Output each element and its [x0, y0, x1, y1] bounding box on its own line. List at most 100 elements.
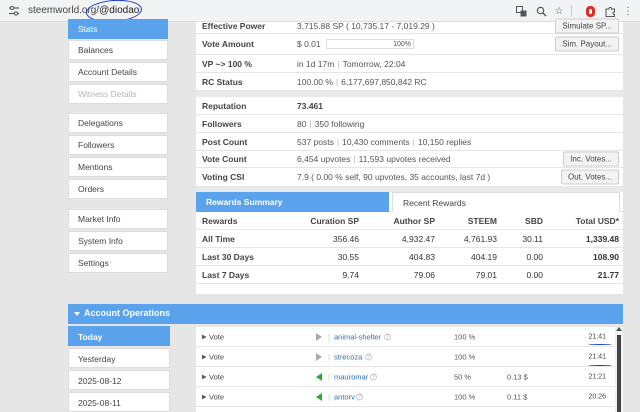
- list-item[interactable]: ▶ Vote | antorv ? 100 % 0.11 $ 20:26: [196, 387, 615, 407]
- divider: |: [328, 332, 330, 341]
- outgoing-vote-icon: [316, 352, 322, 361]
- effective-power-label: Effective Power: [202, 20, 266, 31]
- operations-list: ▶ Vote | animal-shelter ? 100 % 21:41 ▶ …: [196, 327, 615, 412]
- op-time: 21:21: [588, 373, 606, 380]
- upvotes-count: 6,454 upvotes: [297, 154, 351, 164]
- expand-arrow-icon[interactable]: ▶: [202, 333, 207, 340]
- list-item[interactable]: ▶ Vote | mauromar ? 50 % 0.13 $ 21:21: [196, 367, 615, 387]
- table-row: Last 7 Days 9.74 79.06 79.01 0.00 21.77: [196, 266, 623, 284]
- header-curation-sp: Curation SP: [310, 215, 359, 226]
- scroll-thumb[interactable]: [617, 335, 621, 412]
- account-operations-header[interactable]: Account Operations: [68, 304, 623, 324]
- op-time: 21:41: [588, 353, 606, 360]
- help-icon[interactable]: ?: [370, 373, 377, 380]
- sidebar-item-mentions[interactable]: Mentions: [68, 157, 168, 177]
- sidebar-item-followers[interactable]: Followers: [68, 135, 168, 155]
- cell-sbd: 0.00: [526, 251, 543, 262]
- rewards-table-header: Rewards Curation SP Author SP STEEM SBD …: [196, 212, 623, 230]
- followers-value: 80 | 350 following: [297, 118, 365, 129]
- help-icon[interactable]: ?: [365, 353, 372, 360]
- menu-icon[interactable]: ⋮: [622, 5, 634, 17]
- followers-label: Followers: [202, 118, 242, 129]
- op-account-link[interactable]: animal-shelter: [334, 332, 381, 341]
- tune-icon[interactable]: [8, 5, 20, 17]
- sidebar-item-market-info[interactable]: Market Info: [68, 209, 168, 229]
- sidebar-item-balances[interactable]: Balances: [68, 40, 168, 60]
- zoom-icon[interactable]: [535, 5, 547, 17]
- rewards-tabs: Rewards Summary Recent Rewards: [196, 192, 623, 212]
- row-label: Last 7 Days: [202, 269, 250, 280]
- toolbar-divider: [571, 5, 572, 17]
- voting-csi-row: Voting CSI 7.9 ( 0.00 % self, 90 upvotes…: [196, 168, 623, 187]
- help-icon[interactable]: ?: [356, 393, 363, 400]
- voting-csi-value: 7.9 ( 0.00 % self, 90 upvotes, 35 accoun…: [297, 172, 491, 182]
- header-steem: STEEM: [467, 215, 497, 226]
- tab-recent-rewards[interactable]: Recent Rewards: [392, 192, 620, 212]
- cell-author-sp: 4,932.47: [401, 233, 435, 244]
- simulate-sp-button[interactable]: Simulate SP...: [555, 18, 619, 33]
- divider: |: [328, 392, 330, 401]
- vote-count-row: Vote Count 6,454 upvotes | 11,593 upvotes …: [196, 151, 623, 168]
- puzzle-icon[interactable]: [604, 5, 616, 17]
- cell-total-usd: 108.90: [593, 251, 619, 262]
- expand-arrow-icon[interactable]: ▶: [202, 353, 207, 360]
- day-item-2025-08-12[interactable]: 2025-08-12: [68, 370, 170, 390]
- replies-count: 10,150 replies: [417, 136, 472, 147]
- day-item-today[interactable]: Today: [68, 326, 170, 346]
- post-count-label: Post Count: [202, 136, 248, 147]
- post-count-value: 537 posts | 10,430 comments | 10,150 replies: [297, 136, 472, 147]
- help-icon[interactable]: ?: [384, 333, 391, 340]
- sidebar-item-account-details[interactable]: Account Details: [68, 62, 168, 82]
- extension-icon[interactable]: [586, 6, 595, 17]
- operations-scrollbar[interactable]: [615, 327, 623, 412]
- op-account-link[interactable]: antorv: [334, 392, 355, 401]
- hand-drawn-underline-annotation: [588, 365, 612, 367]
- sim-payout-button[interactable]: Sim. Payout...: [555, 36, 619, 52]
- sidebar-item-stats[interactable]: Stats: [68, 19, 168, 39]
- effective-power-row: Effective Power 3,715.88 SP ( 10,735.17 …: [196, 18, 623, 34]
- vote-count-label: Vote Count: [202, 154, 247, 164]
- incoming-vote-icon: [316, 372, 322, 381]
- op-account-link[interactable]: mauromar: [334, 372, 368, 381]
- inc-votes-button[interactable]: Inc. Votes...: [563, 151, 619, 167]
- vp-time: in 1d 17m: [297, 58, 335, 69]
- reputation-row: Reputation 73.461: [196, 97, 623, 115]
- op-type: Vote: [209, 372, 225, 381]
- sidebar: Stats Balances Account Details Witness D…: [68, 19, 171, 298]
- vp-row: VP ~> 100 % in 1d 17m | Tomorrow, 22:04: [196, 55, 623, 73]
- translate-icon[interactable]: [515, 5, 527, 17]
- cell-author-sp: 404.83: [409, 251, 435, 262]
- tab-rewards-summary[interactable]: Rewards Summary: [196, 192, 389, 212]
- star-icon[interactable]: ☆: [553, 5, 565, 17]
- list-item[interactable]: ▶ Vote | strecoza ? 100 % 21:41: [196, 347, 615, 367]
- vp-label: VP ~> 100 %: [202, 58, 252, 69]
- expand-arrow-icon[interactable]: ▶: [202, 393, 207, 400]
- footnote-marker: *: [615, 215, 619, 226]
- day-item-yesterday[interactable]: Yesterday: [68, 348, 170, 368]
- out-votes-button[interactable]: Out. Votes...: [560, 169, 619, 185]
- scroll-up-icon[interactable]: [616, 327, 622, 331]
- sidebar-item-witness-details[interactable]: Witness Details: [68, 84, 168, 104]
- divider: |: [328, 352, 330, 361]
- sidebar-item-system-info[interactable]: System Info: [68, 231, 168, 251]
- sidebar-item-delegations[interactable]: Delegations: [68, 113, 168, 133]
- list-item[interactable]: ▶ Vote | animal-shelter ? 100 % 21:41: [196, 327, 615, 347]
- op-account-link[interactable]: strecoza: [334, 352, 362, 361]
- op-type: Vote: [209, 392, 225, 401]
- cell-steem: 404.19: [471, 251, 497, 262]
- reputation-value: 73.461: [297, 100, 323, 111]
- account-operations-title: Account Operations: [84, 308, 171, 318]
- header-total-usd: Total USD*: [575, 215, 619, 226]
- header-sbd: SBD: [525, 215, 543, 226]
- day-item-2025-08-11[interactable]: 2025-08-11: [68, 392, 170, 412]
- cell-curation-sp: 30.55: [337, 251, 359, 262]
- header-author-sp: Author SP: [393, 215, 435, 226]
- rc-row: RC Status 100.00 % | 6,177,697,850,842 RC: [196, 73, 623, 91]
- cell-steem: 4,761.93: [463, 233, 497, 244]
- sidebar-item-settings[interactable]: Settings: [68, 253, 168, 273]
- reputation-label: Reputation: [202, 100, 247, 111]
- expand-arrow-icon[interactable]: ▶: [202, 373, 207, 380]
- effective-power-value: 3,715.88 SP ( 10,735.17 - 7,019.29 ): [297, 20, 435, 31]
- vote-amount-slider[interactable]: 100%: [326, 39, 414, 49]
- sidebar-item-orders[interactable]: Orders: [68, 179, 168, 199]
